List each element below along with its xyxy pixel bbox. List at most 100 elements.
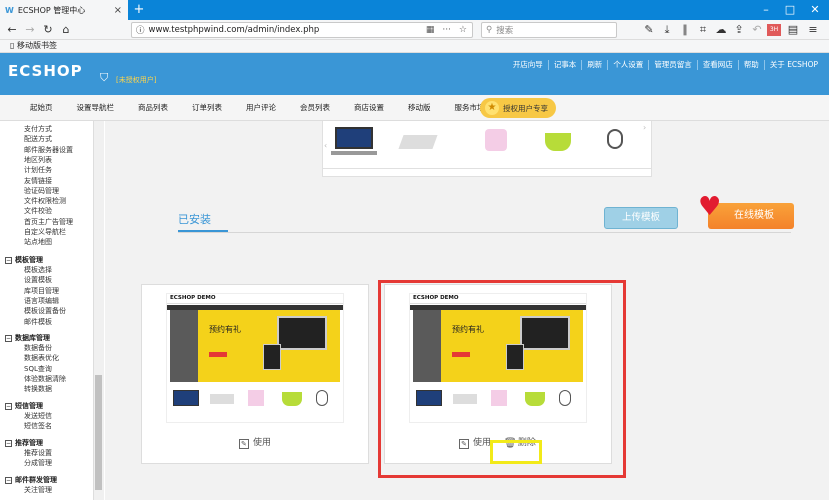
sidebar-item[interactable]: 自定义导航栏: [24, 227, 66, 237]
back-icon[interactable]: ←: [4, 20, 20, 40]
use-button[interactable]: ✎ 使用: [238, 438, 271, 449]
sidebar-item[interactable]: 地区列表: [24, 155, 52, 165]
shield-icon: ⛉: [100, 71, 109, 84]
left-arrow-icon[interactable]: ‹: [324, 141, 327, 150]
sidebar-group-sms[interactable]: − 短信管理: [5, 401, 43, 411]
group-title: 数据库管理: [15, 334, 50, 342]
window-close-icon[interactable]: ✕: [803, 0, 827, 20]
sidebar-item[interactable]: 模板选择: [24, 265, 52, 275]
top-link[interactable]: 帮助: [737, 60, 764, 70]
sidebar-item[interactable]: 友情链接: [24, 176, 52, 186]
search-placeholder: 搜索: [496, 26, 514, 36]
scrollbar-thumb[interactable]: [95, 375, 102, 490]
preview-banner-title: 预约有礼: [209, 325, 241, 334]
share-icon[interactable]: ⇪: [731, 20, 747, 40]
sidebar-group-recommend[interactable]: − 推荐管理: [5, 438, 43, 448]
top-link[interactable]: 管理员留言: [648, 60, 697, 70]
sidebar-item[interactable]: 语言项编辑: [24, 296, 59, 306]
reader-icon[interactable]: ▦: [426, 25, 435, 35]
template-preview-strip: ‹ ›: [322, 121, 652, 169]
auth-label[interactable]: [未授权用户]: [116, 75, 156, 85]
sidebar-item[interactable]: 计划任务: [24, 165, 52, 175]
sidebar-item[interactable]: 发送短信: [24, 411, 52, 421]
library-icon[interactable]: ∥: [677, 20, 693, 40]
top-link[interactable]: 关于 ECSHOP: [763, 60, 823, 70]
search-box[interactable]: ⚲ 搜索: [481, 22, 617, 38]
extension-icon[interactable]: 3H: [767, 24, 781, 36]
reader-view-icon[interactable]: ▤: [785, 20, 801, 40]
close-tab-icon[interactable]: ×: [114, 5, 122, 16]
sidebar-item[interactable]: 转换数据: [24, 384, 52, 394]
sidebar-item[interactable]: 首页主广告管理: [24, 217, 73, 227]
sidebar-item[interactable]: 支付方式: [24, 124, 52, 134]
top-link[interactable]: 查看网店: [696, 60, 738, 70]
bookmark-item[interactable]: 移动版书签: [17, 41, 57, 50]
nav-item[interactable]: 移动版: [396, 102, 443, 113]
sidebar-item[interactable]: 配送方式: [24, 134, 52, 144]
collapse-icon: −: [5, 256, 12, 264]
nav-item[interactable]: 订单列表: [180, 102, 234, 113]
top-link[interactable]: 记事本: [547, 60, 582, 70]
heart-icon: ♥: [698, 192, 722, 222]
sidebar-group-mail[interactable]: − 邮件群发管理: [5, 475, 57, 485]
sidebar-item[interactable]: 邮件服务器设置: [24, 145, 73, 155]
sidebar-item[interactable]: 推荐设置: [24, 448, 52, 458]
new-tab-button[interactable]: +: [132, 0, 146, 20]
sidebar-item[interactable]: SQL查询: [24, 364, 52, 374]
nav-item[interactable]: 会员列表: [288, 102, 342, 113]
nav-item[interactable]: 商品列表: [126, 102, 180, 113]
maximize-icon[interactable]: □: [778, 0, 802, 20]
sidebar-item[interactable]: 验证码管理: [24, 186, 59, 196]
nav-item[interactable]: 用户评论: [234, 102, 288, 113]
group-title: 邮件群发管理: [15, 476, 57, 484]
sidebar-group-template[interactable]: − 模板管理: [5, 255, 43, 265]
undo-icon[interactable]: ↶: [749, 20, 765, 40]
sidebar-item[interactable]: 文件权限检测: [24, 196, 66, 206]
top-link[interactable]: 刷新: [581, 60, 607, 70]
download-icon[interactable]: ⤓: [659, 20, 675, 40]
sidebar-item[interactable]: 分成管理: [24, 458, 52, 468]
nav-item[interactable]: 设置导航栏: [65, 102, 127, 113]
chat-icon[interactable]: ☁: [713, 20, 729, 40]
collapse-icon: −: [5, 334, 12, 342]
forward-icon[interactable]: →: [22, 20, 38, 40]
sidebar-item[interactable]: 邮件模板: [24, 317, 52, 327]
sidebar-item[interactable]: 文件校验: [24, 206, 52, 216]
tab-installed[interactable]: 已安装: [178, 211, 211, 227]
bookmarks-bar: ▯ 移动版书签: [0, 40, 829, 53]
group-title: 模板管理: [15, 256, 43, 264]
menu-icon[interactable]: ≡: [805, 20, 821, 40]
home-icon[interactable]: ⌂: [58, 20, 74, 40]
sidebar-item[interactable]: 库项目管理: [24, 286, 59, 296]
sidebar-item[interactable]: 设置模板: [24, 275, 52, 285]
address-bar[interactable]: ⓘ www.testphpwind.com/admin/index.php ▦ ·…: [131, 22, 473, 38]
browser-tab[interactable]: W ECSHOP 管理中心 ×: [0, 0, 128, 20]
nav-item[interactable]: 商店设置: [342, 102, 396, 113]
info-icon: ⓘ: [136, 26, 145, 36]
collapse-icon: −: [5, 439, 12, 447]
collapse-icon: −: [5, 402, 12, 410]
tools-icon[interactable]: ✎: [641, 20, 657, 40]
sidebar-item[interactable]: 数据表优化: [24, 353, 59, 363]
template-preview[interactable]: ECSHOP DEMO 预约有礼: [166, 293, 344, 423]
sidebar-item[interactable]: 数据备份: [24, 343, 52, 353]
sidebar-group-database[interactable]: − 数据库管理: [5, 333, 50, 343]
upload-template-button[interactable]: 上传模板: [604, 207, 678, 229]
top-link[interactable]: 个人设置: [607, 60, 648, 70]
reload-icon[interactable]: ↻: [40, 20, 56, 40]
sidebar-item[interactable]: 体验数据清除: [24, 374, 66, 384]
sidebar-item[interactable]: 短信签名: [24, 421, 52, 431]
green-basket-image: [535, 125, 581, 155]
more-icon[interactable]: ···: [442, 25, 451, 35]
minimize-icon[interactable]: –: [754, 0, 778, 20]
right-arrow-icon[interactable]: ›: [643, 123, 646, 132]
auth-user-pill[interactable]: ★ 授权用户专享: [480, 98, 556, 118]
top-links: 开店向导 记事本 刷新 个人设置 管理员留言 查看网店 帮助 关于 ECSHOP: [508, 60, 823, 70]
sidebar-item[interactable]: 关注管理: [24, 485, 52, 495]
sidebar-item[interactable]: 站点地图: [24, 237, 52, 247]
screenshot-icon[interactable]: ⌗: [695, 20, 711, 40]
bookmark-star-icon[interactable]: ☆: [459, 25, 467, 35]
sidebar-item[interactable]: 模板设置备份: [24, 306, 66, 316]
top-link[interactable]: 开店向导: [508, 60, 548, 70]
nav-item[interactable]: 起始页: [18, 102, 65, 113]
